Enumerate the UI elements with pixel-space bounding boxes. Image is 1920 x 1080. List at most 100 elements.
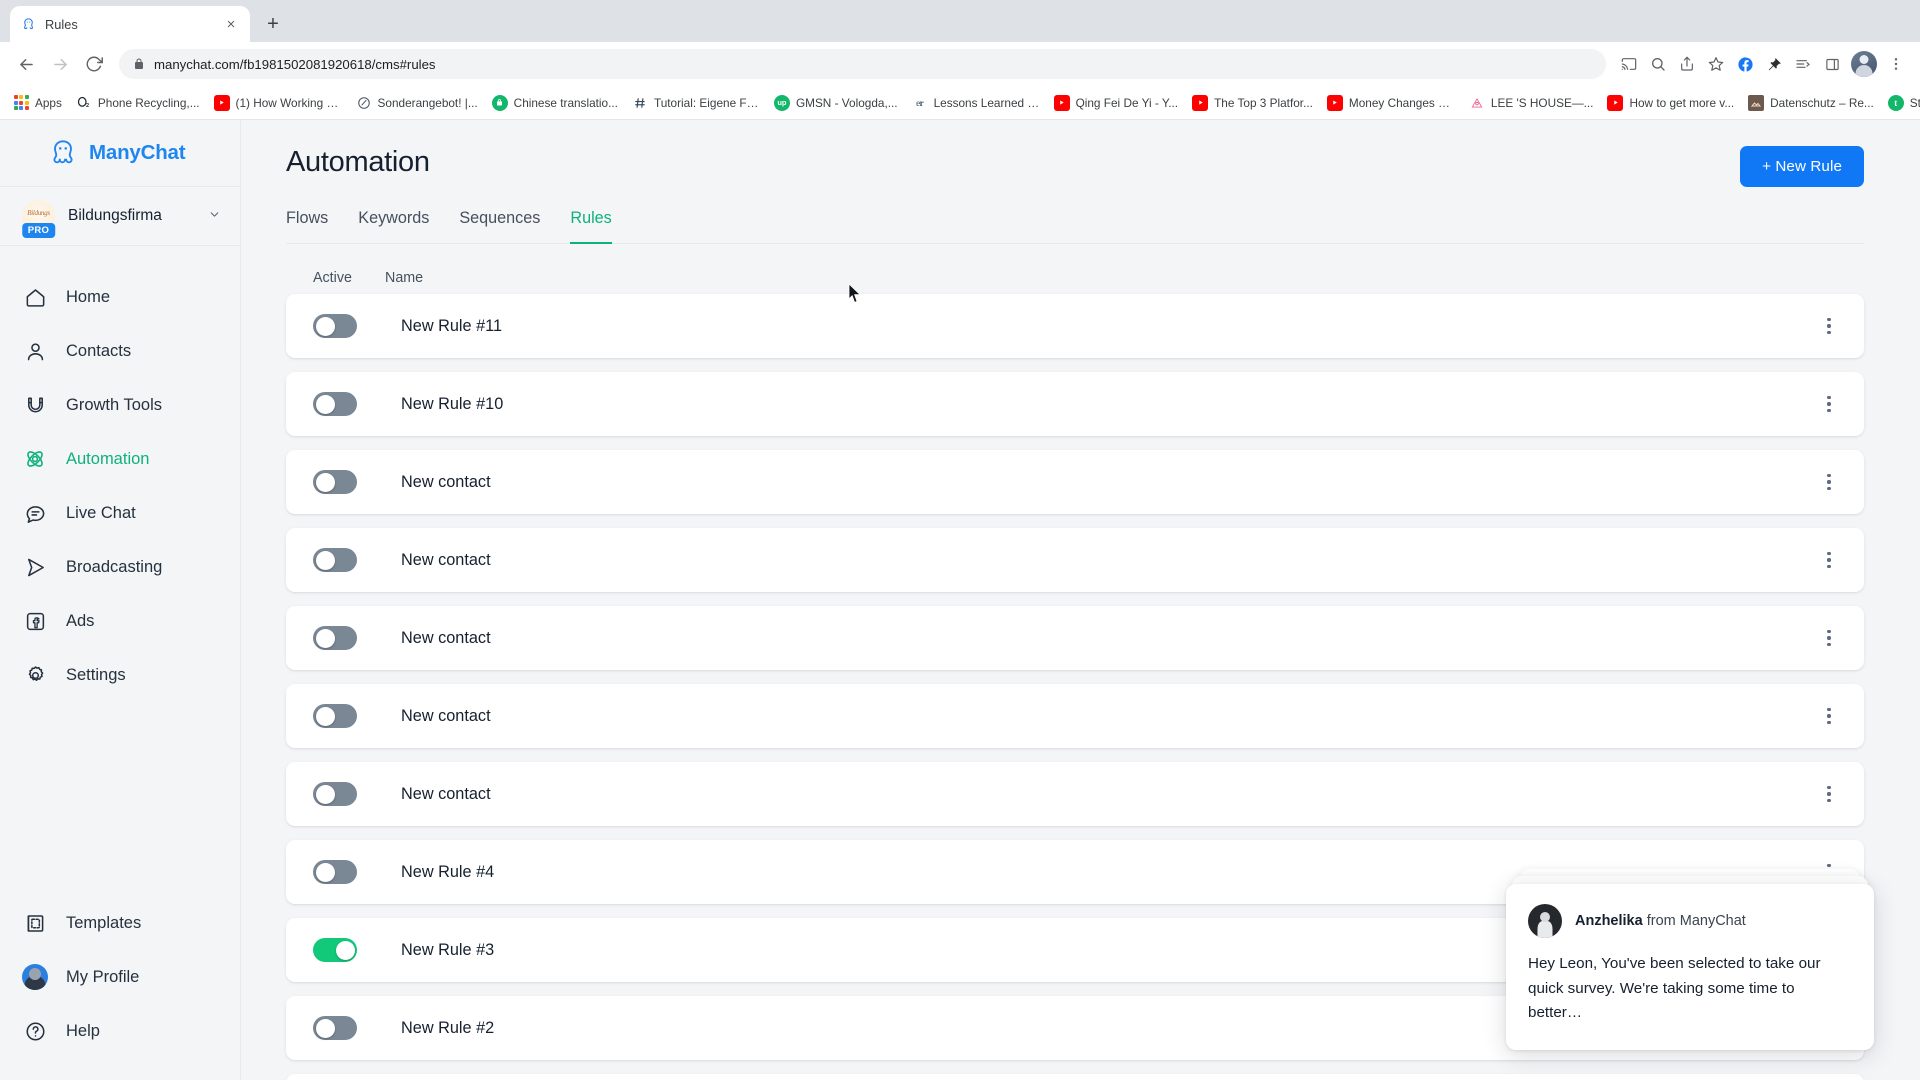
bookmark-item[interactable]: Apps [6,91,69,115]
sidebar-item-broadcasting[interactable]: Broadcasting [0,540,240,594]
rule-row[interactable]: New Rule #1 [286,1074,1864,1080]
close-icon[interactable]: × [222,15,240,33]
chevron-down-icon[interactable] [208,208,221,224]
tab-rules[interactable]: Rules [570,209,612,244]
rule-menu-icon[interactable] [1816,703,1842,729]
bookmark-label: LEE 'S HOUSE—... [1490,95,1594,110]
rule-row[interactable]: New contact [286,762,1864,826]
notification-sender-name: Anzhelika [1575,913,1643,930]
bookmark-item[interactable]: LEE 'S HOUSE—... [1462,91,1601,115]
notification-avatar [1528,904,1562,939]
rule-row[interactable]: New contact [286,528,1864,592]
bookmark-item[interactable]: Qing Fei De Yi - Y... [1047,91,1186,115]
rule-active-toggle[interactable] [313,392,357,416]
rule-menu-icon[interactable] [1816,781,1842,807]
sidebar-item-help[interactable]: Help [0,1004,240,1058]
sidebar-item-contacts[interactable]: Contacts [0,324,240,378]
bookmark-item[interactable]: Datenschutz – Re... [1741,91,1881,115]
rule-active-toggle[interactable] [313,470,357,494]
facebook-extension-icon[interactable] [1731,50,1759,78]
rule-row[interactable]: New contact [286,606,1864,670]
notes-extension-icon[interactable] [1789,50,1817,78]
profile-avatar-icon [22,964,48,990]
reload-icon[interactable] [78,48,110,80]
rule-menu-icon[interactable] [1816,547,1842,573]
bookmark-star-icon[interactable] [1702,50,1730,78]
notification-sender: Anzhelika from ManyChat [1575,913,1746,929]
rule-row[interactable]: New contact [286,450,1864,514]
sidebar-item-settings[interactable]: Settings [0,648,240,702]
url-text: manychat.com/fb1981502081920618/cms#rule… [154,56,436,72]
sidebar-item-automation[interactable]: Automation [0,432,240,486]
new-rule-button[interactable]: + New Rule [1740,146,1864,187]
rule-active-toggle[interactable] [313,782,357,806]
browser-tab[interactable]: Rules × [10,6,250,42]
sidebar-item-templates[interactable]: Templates [0,896,240,950]
rule-row[interactable]: New Rule #10 [286,372,1864,436]
tab-flows[interactable]: Flows [286,209,328,244]
chat-icon [22,500,48,526]
notification-message: Hey Leon, You've been selected to take o… [1528,955,1821,1022]
sidebar-item-growth-tools[interactable]: Growth Tools [0,378,240,432]
rule-menu-icon[interactable] [1816,391,1842,417]
sidebar-item-home[interactable]: Home [0,270,240,324]
address-bar[interactable]: manychat.com/fb1981502081920618/cms#rule… [119,49,1606,79]
profile-avatar[interactable] [1851,51,1877,77]
tab-sequences[interactable]: Sequences [459,209,540,244]
rule-active-toggle[interactable] [313,1016,357,1040]
workspace-switcher[interactable]: Bildungs PRO Bildungsfirma [0,186,240,246]
bookmark-item[interactable]: Chinese translatio... [485,91,625,115]
youtube-icon [1326,94,1343,111]
bookmark-item[interactable]: Sonderangebot! |... [349,91,485,115]
bookmark-item[interactable]: er Lessons Learned f... [905,91,1047,115]
bookmark-item[interactable]: The Top 3 Platfor... [1185,91,1320,115]
bookmark-item[interactable]: t Student Wants an... [1881,91,1920,115]
rule-name: New contact [401,784,491,803]
rule-row[interactable]: New Rule #11 [286,294,1864,358]
new-tab-button[interactable]: + [258,9,288,39]
sidebar-item-ads[interactable]: Ads [0,594,240,648]
bookmark-item[interactable]: Tutorial: Eigene Fa... [625,91,767,115]
tab-keywords[interactable]: Keywords [358,209,429,244]
youtube-icon [1192,94,1209,111]
workspace-name: Bildungsfirma [68,207,162,224]
bookmark-label: Apps [35,95,62,110]
forward-icon[interactable] [44,48,76,80]
bookmark-item[interactable]: up GMSN - Vologda,... [767,91,905,115]
notification-card[interactable]: Anzhelika from ManyChat Hey Leon, You've… [1506,884,1874,1050]
rule-active-toggle[interactable] [313,938,357,962]
bookmark-item[interactable]: Money Changes E... [1320,91,1462,115]
bookmark-item[interactable]: (1) How Working a... [207,91,349,115]
manychat-logo[interactable]: ManyChat [0,120,240,186]
sidepanel-icon[interactable] [1818,50,1846,78]
browser-tabstrip: Rules × + [0,0,1920,42]
rule-active-toggle[interactable] [313,314,357,338]
sidebar-item-my-profile[interactable]: My Profile [0,950,240,1004]
facebook-ads-icon [22,608,48,634]
send-icon [22,554,48,580]
pin-extension-icon[interactable] [1760,50,1788,78]
back-icon[interactable] [10,48,42,80]
bookmark-label: Tutorial: Eigene Fa... [653,95,760,110]
chrome-menu-icon[interactable] [1882,50,1910,78]
cast-icon[interactable] [1615,50,1643,78]
rule-active-toggle[interactable] [313,860,357,884]
bookmark-label: (1) How Working a... [235,95,342,110]
share-icon[interactable] [1673,50,1701,78]
rule-menu-icon[interactable] [1816,313,1842,339]
rule-active-toggle[interactable] [313,704,357,728]
rule-active-toggle[interactable] [313,548,357,572]
bookmarks-bar: Apps 2 Phone Recycling,... (1) How Working … [0,86,1920,120]
rule-row[interactable]: New contact [286,684,1864,748]
atom-icon [22,446,48,472]
er-text-icon: er [916,97,924,108]
bookmark-item[interactable]: 2 Phone Recycling,... [69,91,207,115]
rule-active-toggle[interactable] [313,626,357,650]
rule-menu-icon[interactable] [1816,625,1842,651]
sidebar-item-live-chat[interactable]: Live Chat [0,486,240,540]
rule-menu-icon[interactable] [1816,469,1842,495]
search-icon[interactable] [1644,50,1672,78]
page-title: Automation [286,146,430,178]
bookmark-item[interactable]: How to get more v... [1600,91,1741,115]
circle-slash-icon [356,95,372,111]
